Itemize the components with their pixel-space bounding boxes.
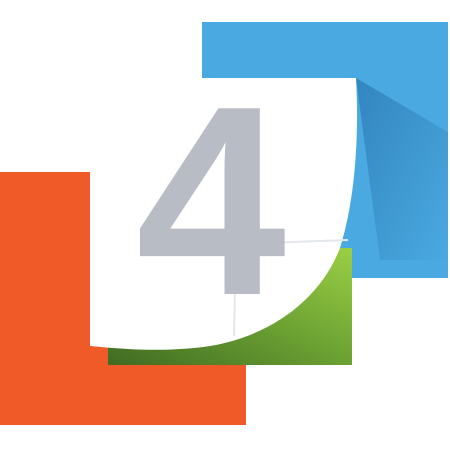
logo-digit: 4 [135, 51, 286, 352]
logo: 4 [0, 0, 450, 450]
